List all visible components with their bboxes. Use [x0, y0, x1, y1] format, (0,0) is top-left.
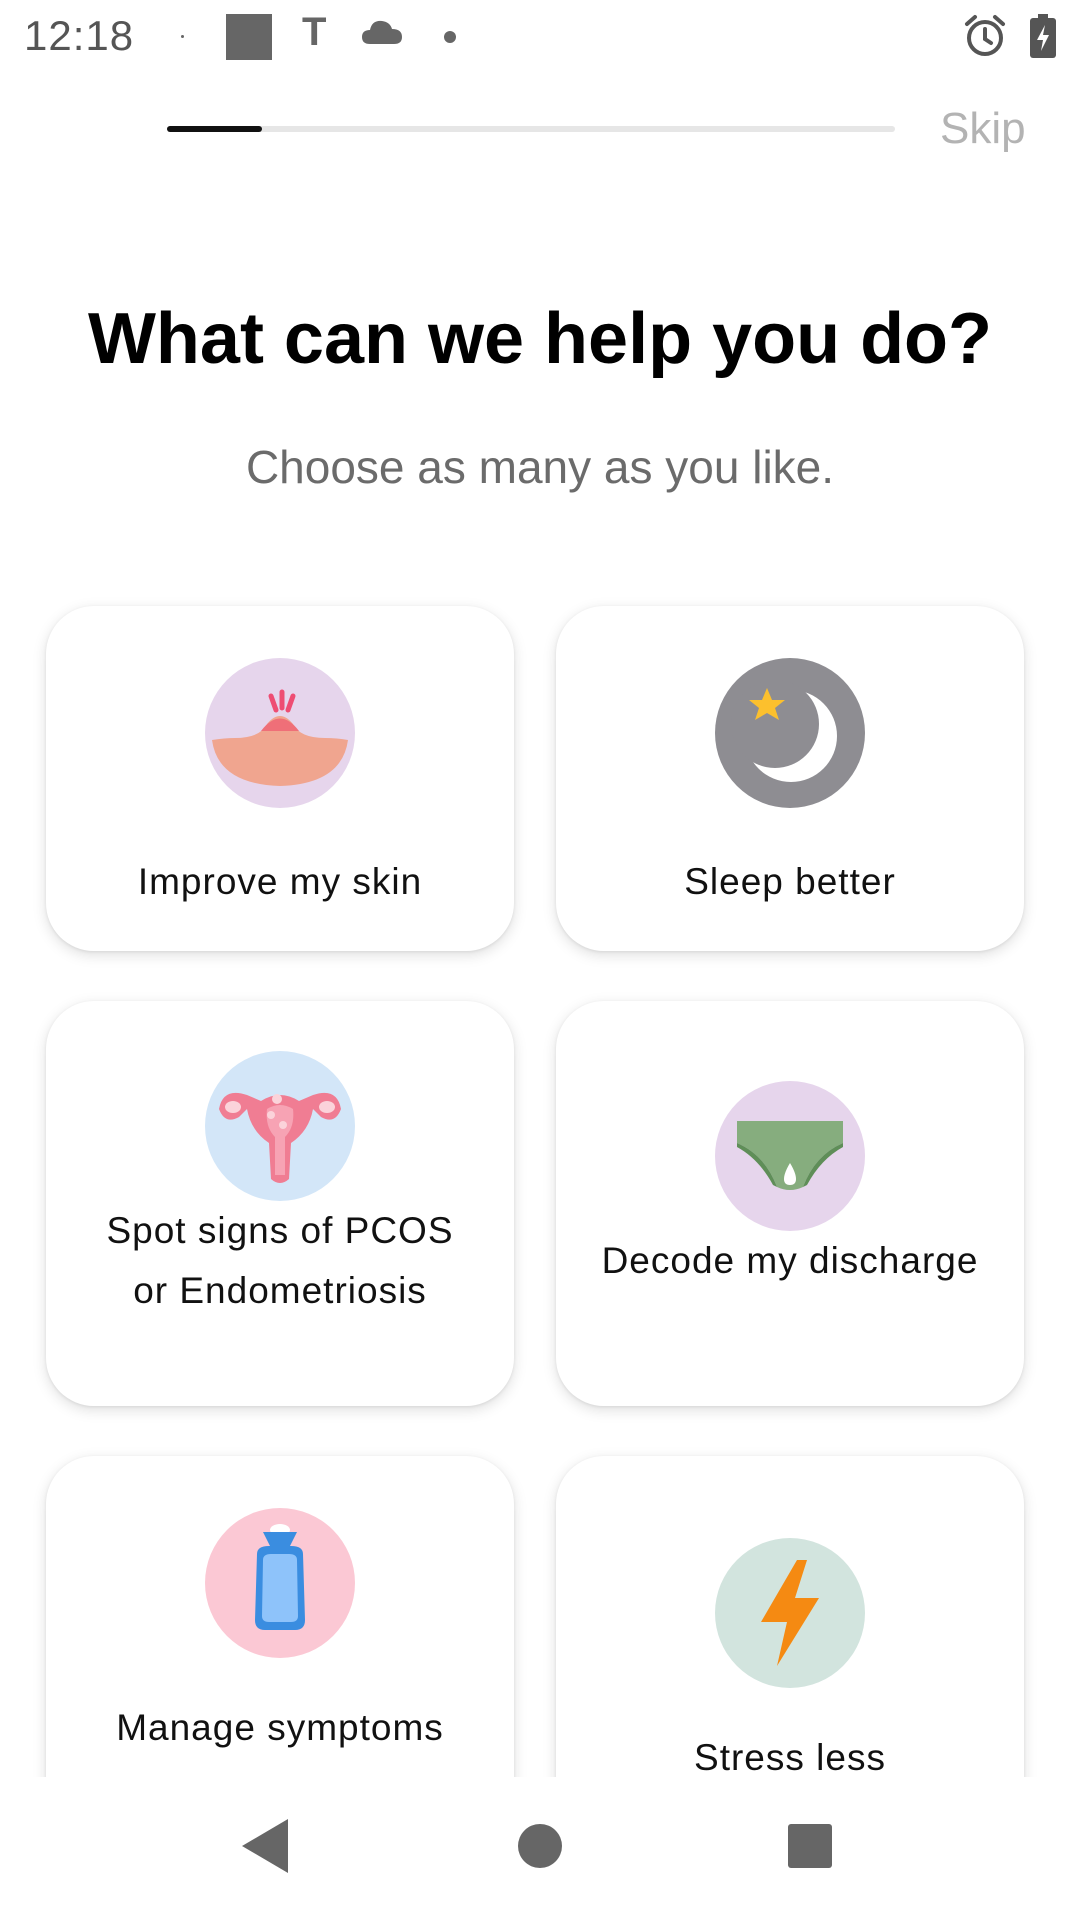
- option-label: Improve my skin: [137, 861, 423, 902]
- skip-button[interactable]: Skip: [940, 104, 1026, 154]
- battery-charging-icon: [1030, 14, 1056, 63]
- alarm-icon: [964, 14, 1006, 63]
- status-bar: 12:18 T: [0, 0, 1080, 74]
- dot-icon: [444, 31, 456, 43]
- recents-square-icon[interactable]: [786, 1817, 834, 1880]
- option-card-decode-discharge[interactable]: Decode my discharge: [556, 1001, 1024, 1406]
- option-card-sleep-better[interactable]: Sleep better: [556, 606, 1024, 951]
- t-icon: T: [302, 10, 327, 54]
- hot-water-bottle-icon: [205, 1508, 355, 1658]
- square-icon: [226, 14, 272, 60]
- lightning-icon: [715, 1538, 865, 1688]
- options-grid: Improve my skin Sleep better Spot signs …: [0, 580, 1080, 1777]
- option-card-improve-skin[interactable]: Improve my skin: [46, 606, 514, 951]
- option-card-stress-less[interactable]: Stress less: [556, 1456, 1024, 1777]
- option-card-manage-symptoms[interactable]: Manage symptoms: [46, 1456, 514, 1777]
- moon-star-icon: [715, 658, 865, 808]
- onboarding-progress-bar: [167, 126, 895, 132]
- home-circle-icon[interactable]: [516, 1817, 564, 1880]
- cloud-icon: [362, 18, 402, 51]
- system-nav-bar: [0, 1777, 1080, 1920]
- progress-fill: [167, 126, 262, 132]
- option-label-line2: or Endometriosis: [133, 1270, 427, 1311]
- option-label: Stress less: [694, 1737, 886, 1777]
- option-label: Sleep better: [684, 861, 896, 902]
- status-time: 12:18: [24, 12, 135, 59]
- option-card-pcos-endometriosis[interactable]: Spot signs of PCOS or Endometriosis: [46, 1001, 514, 1406]
- uterus-icon: [205, 1051, 355, 1201]
- tiny-dot-icon: [181, 35, 184, 38]
- option-label-line1: Spot signs of PCOS: [106, 1210, 454, 1251]
- option-label: Decode my discharge: [601, 1240, 979, 1281]
- page-subtitle: Choose as many as you like.: [245, 441, 835, 493]
- page-title: What can we help you do?: [87, 299, 993, 379]
- skin-icon: [205, 658, 355, 808]
- option-label: Manage symptoms: [116, 1707, 444, 1748]
- back-triangle-icon[interactable]: [240, 1817, 290, 1880]
- underwear-icon: [715, 1081, 865, 1231]
